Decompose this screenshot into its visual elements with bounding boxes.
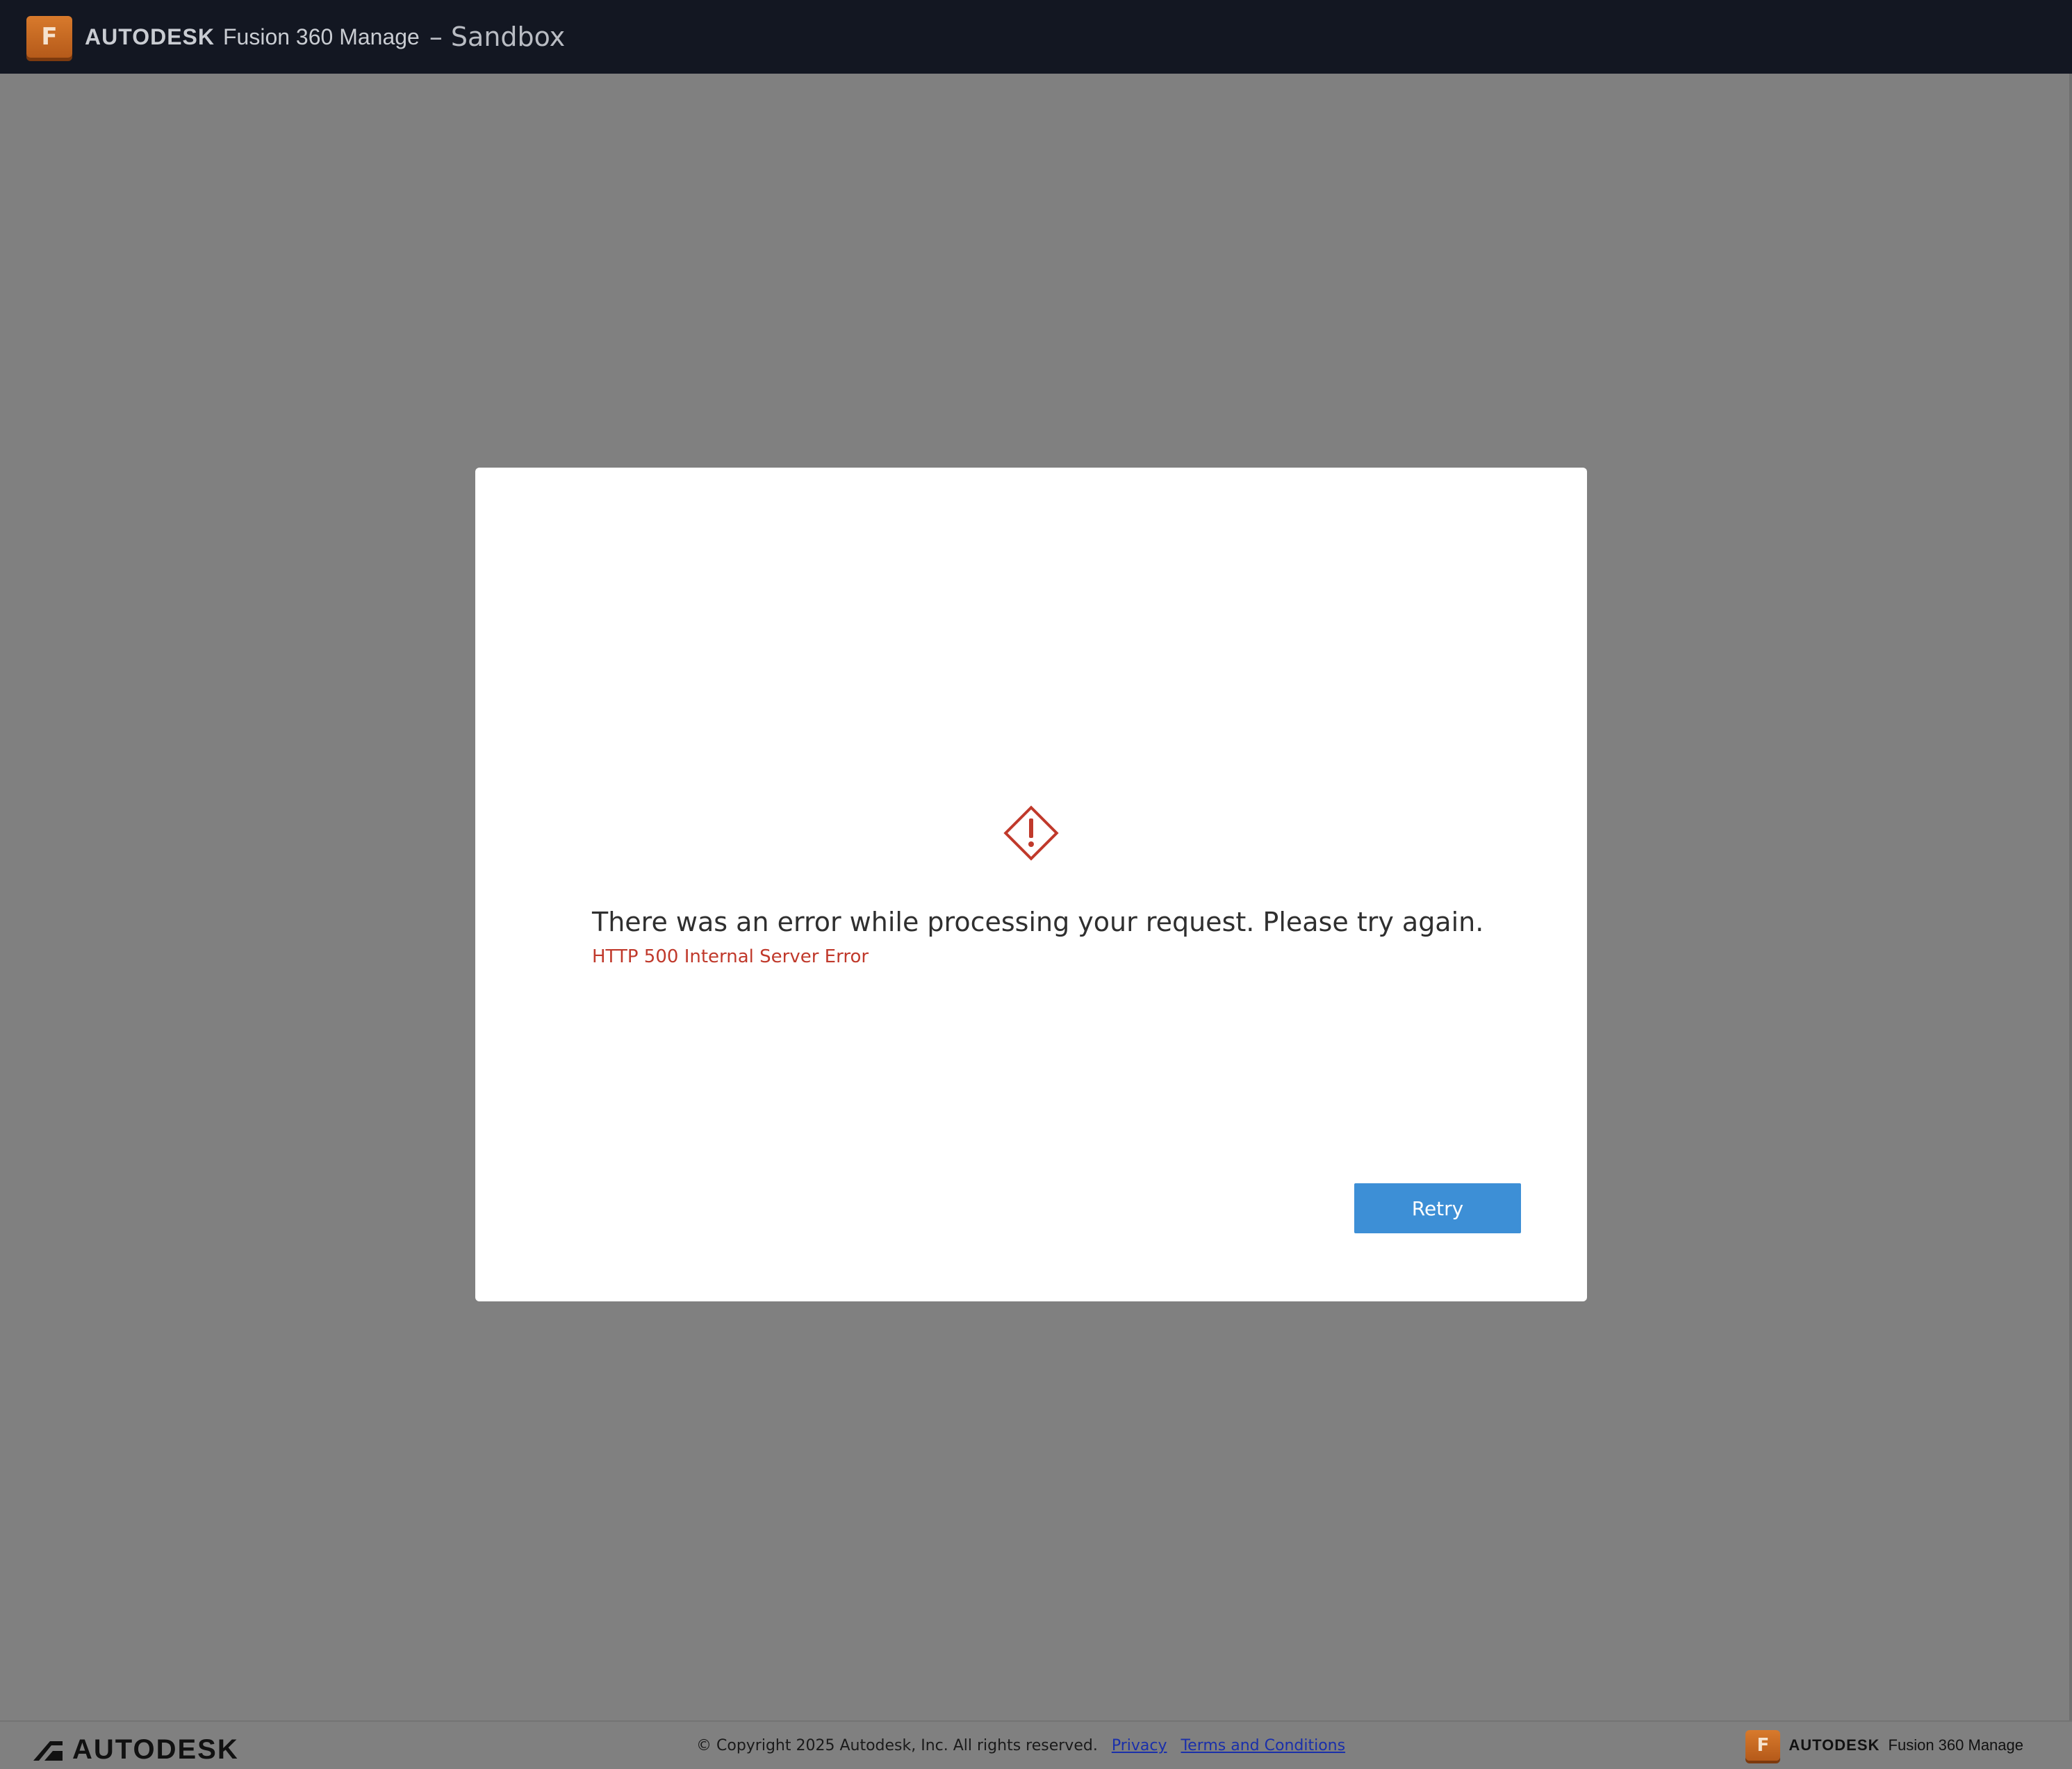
footer: AUTODESK © Copyright 2025 Autodesk, Inc.…	[0, 1720, 2072, 1769]
terms-link[interactable]: Terms and Conditions	[1181, 1737, 1345, 1754]
autodesk-mark-icon	[33, 1741, 63, 1761]
warning-diamond-icon	[1003, 805, 1059, 861]
brand-company: AUTODESK	[85, 24, 215, 49]
error-detail: HTTP 500 Internal Server Error	[592, 946, 869, 967]
fusion-logo-icon: F	[26, 16, 72, 58]
footer-product-title: Fusion 360 Manage	[1888, 1736, 2023, 1754]
environment-label: – Sandbox	[429, 22, 566, 52]
brand-title: AUTODESK Fusion 360 Manage	[85, 24, 420, 50]
footer-product-brand: F AUTODESK Fusion 360 Manage	[1745, 1730, 2023, 1761]
page-scrollbar[interactable]	[2069, 74, 2072, 1720]
fusion-logo-icon: F	[1745, 1730, 1781, 1761]
error-message: There was an error while processing your…	[592, 907, 1484, 937]
privacy-link[interactable]: Privacy	[1112, 1737, 1167, 1754]
autodesk-wordmark: AUTODESK	[72, 1734, 239, 1765]
error-dialog: There was an error while processing your…	[475, 468, 1587, 1301]
copyright-bar: © Copyright 2025 Autodesk, Inc. All righ…	[696, 1737, 1345, 1754]
brand-product: Fusion 360 Manage	[222, 24, 420, 49]
copyright-text: © Copyright 2025 Autodesk, Inc. All righ…	[696, 1737, 1098, 1754]
footer-product-name: AUTODESK Fusion 360 Manage	[1789, 1736, 2023, 1754]
autodesk-logo: AUTODESK	[32, 1734, 239, 1766]
footer-product-company: AUTODESK	[1789, 1736, 1880, 1754]
top-bar: F AUTODESK Fusion 360 Manage – Sandbox	[0, 0, 2072, 74]
retry-button[interactable]: Retry	[1354, 1183, 1521, 1233]
